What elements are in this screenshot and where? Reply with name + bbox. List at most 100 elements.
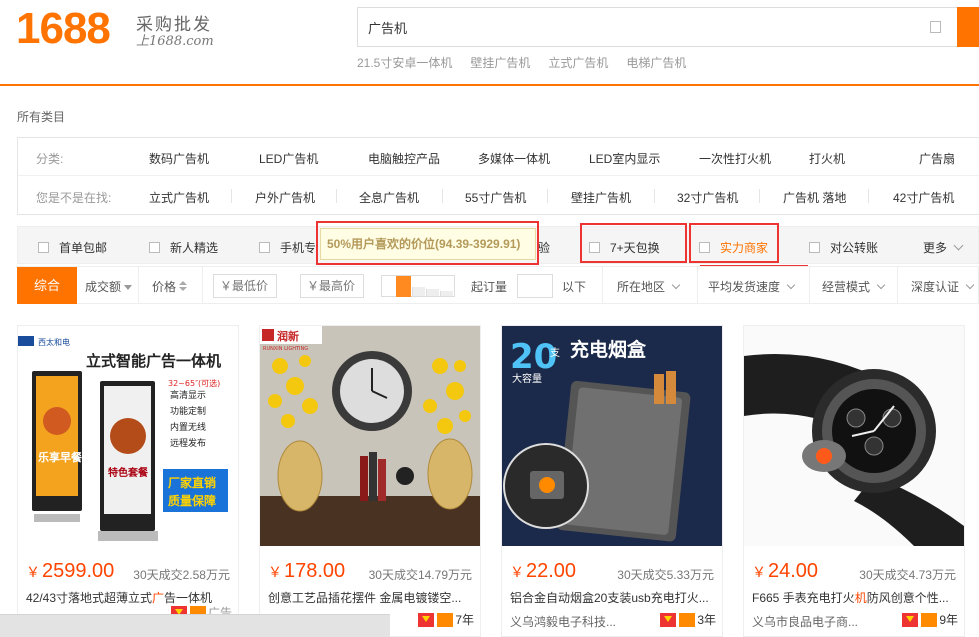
hot-word-link[interactable]: 立式广告机 bbox=[548, 54, 608, 71]
caret-down-icon bbox=[124, 285, 133, 290]
filter-verified[interactable]: 验 bbox=[538, 239, 550, 256]
highlight-box bbox=[689, 223, 779, 263]
suggestion-link[interactable]: 55寸广告机 bbox=[465, 189, 526, 206]
product-image[interactable]: 西太和电 立式智能广告一体机 32~65″(可选) 乐享早餐 特色套餐 高清显示… bbox=[18, 326, 238, 546]
moq-label: 起订量 bbox=[471, 280, 508, 294]
hot-word-link[interactable]: 壁挂广告机 bbox=[470, 54, 530, 71]
product-card[interactable]: 西太和电 立式智能广告一体机 32~65″(可选) 乐享早餐 特色套餐 高清显示… bbox=[17, 325, 239, 637]
divider bbox=[897, 267, 898, 304]
image-promo: 乐享早餐 bbox=[38, 450, 83, 464]
seller-years: 9年 bbox=[939, 613, 958, 627]
highlight-box bbox=[316, 221, 539, 265]
shipping-speed-dropdown[interactable]: 平均发货速度 bbox=[708, 278, 796, 295]
category-link[interactable]: 电脑触控产品 bbox=[368, 150, 440, 167]
category-link[interactable]: 广告扇 bbox=[919, 150, 955, 167]
divider bbox=[809, 267, 810, 304]
verified-badge-icon bbox=[679, 612, 696, 627]
hot-word-link[interactable]: 21.5寸安卓一体机 bbox=[357, 54, 452, 71]
category-link[interactable]: LED室内显示 bbox=[589, 150, 660, 167]
seller-name[interactable]: 义乌市良品电子商... bbox=[752, 613, 858, 630]
sort-price-tab[interactable]: 价格 bbox=[152, 278, 188, 295]
checkbox[interactable] bbox=[809, 242, 820, 253]
suggestion-link[interactable]: 广告机 落地 bbox=[783, 189, 846, 206]
checkbox[interactable] bbox=[38, 242, 49, 253]
filter-mobile[interactable]: 手机专 bbox=[259, 239, 316, 256]
divider bbox=[138, 267, 139, 304]
chevron-down-icon bbox=[671, 280, 681, 290]
chevron-down-icon bbox=[786, 280, 796, 290]
suggestion-link[interactable]: 壁挂广告机 bbox=[571, 189, 631, 206]
category-link[interactable]: 一次性打火机 bbox=[699, 150, 771, 167]
all-categories-label[interactable]: 所有类目 bbox=[17, 108, 65, 125]
horizontal-scrollbar[interactable] bbox=[0, 614, 390, 637]
product-card[interactable]: 20 支 大容量 充电烟盒 ￥ 22.00 30天成交5.33万元 铝合金自动烟盒… bbox=[501, 325, 723, 637]
category-link[interactable]: 数码广告机 bbox=[149, 150, 209, 167]
sales-volume: 30天成交2.58万元 bbox=[133, 568, 230, 582]
category-link[interactable]: LED广告机 bbox=[259, 150, 318, 167]
search-bar bbox=[357, 7, 957, 47]
highlight-box bbox=[580, 223, 687, 263]
search-input[interactable] bbox=[358, 8, 898, 46]
verified-badge-icon bbox=[437, 612, 454, 627]
filter-free-shipping[interactable]: 首单包邮 bbox=[38, 239, 107, 256]
sales-volume: 30天成交14.79万元 bbox=[368, 568, 472, 582]
crown-badge-icon bbox=[418, 612, 435, 627]
verified-badge-icon bbox=[921, 612, 938, 627]
camera-search-icon[interactable] bbox=[930, 21, 941, 33]
sales-volume: 30天成交5.33万元 bbox=[617, 568, 714, 582]
histogram-bar bbox=[440, 291, 453, 296]
seller-name[interactable]: 义乌鸿毅电子科技... bbox=[510, 613, 616, 630]
min-price-input[interactable] bbox=[213, 274, 277, 298]
divider bbox=[759, 189, 760, 203]
hot-search-words: 21.5寸安卓一体机 壁挂广告机 立式广告机 电梯广告机 bbox=[357, 54, 704, 71]
product-price: ￥ 178.00 bbox=[268, 560, 346, 582]
product-image[interactable]: 润新 RUNXIN LIGHTING bbox=[260, 326, 480, 546]
image-promo-2: 特色套餐 bbox=[108, 466, 149, 479]
max-price-input[interactable] bbox=[300, 274, 364, 298]
seller-badges: 9年 bbox=[898, 611, 958, 628]
suggestion-link[interactable]: 立式广告机 bbox=[149, 189, 209, 206]
logo[interactable]: 1688 bbox=[16, 4, 111, 54]
brand-text-en: RUNXIN LIGHTING bbox=[263, 346, 308, 352]
slogan-text: 厂家直销 bbox=[168, 475, 216, 490]
feature-text: 高清显示 bbox=[170, 389, 206, 401]
seller-years: 3年 bbox=[697, 613, 716, 627]
category-link[interactable]: 多媒体一体机 bbox=[478, 150, 550, 167]
product-image[interactable] bbox=[744, 326, 964, 546]
product-title[interactable]: 创意工艺品插花摆件 金属电镀镂空... bbox=[268, 589, 472, 606]
more-filters-button[interactable]: 更多 bbox=[923, 239, 964, 256]
certification-dropdown[interactable]: 深度认证 bbox=[911, 278, 975, 295]
product-card[interactable]: ￥ 24.00 30天成交4.73万元 F665 手表充电打火机防风创意个性...… bbox=[743, 325, 965, 637]
suggestion-link[interactable]: 全息广告机 bbox=[359, 189, 419, 206]
category-link[interactable]: 打火机 bbox=[809, 150, 845, 167]
histogram-highlight bbox=[396, 276, 411, 297]
divider bbox=[868, 189, 869, 203]
region-dropdown[interactable]: 所在地区 bbox=[617, 278, 681, 295]
category-panel: 分类: 数码广告机 LED广告机 电脑触控产品 多媒体一体机 LED室内显示 一… bbox=[17, 137, 979, 215]
sort-comprehensive-tab[interactable]: 综合 bbox=[17, 267, 77, 304]
divider bbox=[202, 267, 203, 304]
price-histogram[interactable] bbox=[381, 275, 455, 297]
suggestion-link[interactable]: 42寸广告机 bbox=[893, 189, 954, 206]
moq-input[interactable] bbox=[517, 274, 553, 298]
product-card[interactable]: 润新 RUNXIN LIGHTING ￥ 178.00 30天成交14.79万元 … bbox=[259, 325, 481, 637]
sort-volume-tab[interactable]: 成交额 bbox=[85, 278, 133, 295]
filter-new-user[interactable]: 新人精选 bbox=[149, 239, 218, 256]
business-mode-dropdown[interactable]: 经营模式 bbox=[822, 278, 886, 295]
divider bbox=[697, 267, 698, 304]
product-title[interactable]: F665 手表充电打火机防风创意个性... bbox=[752, 589, 956, 606]
product-image[interactable]: 20 支 大容量 充电烟盒 bbox=[502, 326, 722, 546]
product-title[interactable]: 铝合金自动烟盒20支装usb充电打火... bbox=[510, 589, 714, 606]
filter-corporate-transfer[interactable]: 对公转账 bbox=[809, 239, 878, 256]
image-headline: 充电烟盒 bbox=[570, 338, 647, 361]
chevron-down-icon bbox=[876, 280, 886, 290]
hot-word-link[interactable]: 电梯广告机 bbox=[626, 54, 686, 71]
suggestion-link[interactable]: 32寸广告机 bbox=[677, 189, 738, 206]
search-button[interactable] bbox=[957, 7, 979, 47]
checkbox[interactable] bbox=[259, 242, 270, 253]
image-unit: 支 bbox=[550, 347, 560, 359]
chevron-down-icon bbox=[965, 280, 975, 290]
checkbox[interactable] bbox=[149, 242, 160, 253]
suggestion-link[interactable]: 户外广告机 bbox=[255, 189, 315, 206]
brand-text: 西太和电 bbox=[38, 337, 70, 347]
